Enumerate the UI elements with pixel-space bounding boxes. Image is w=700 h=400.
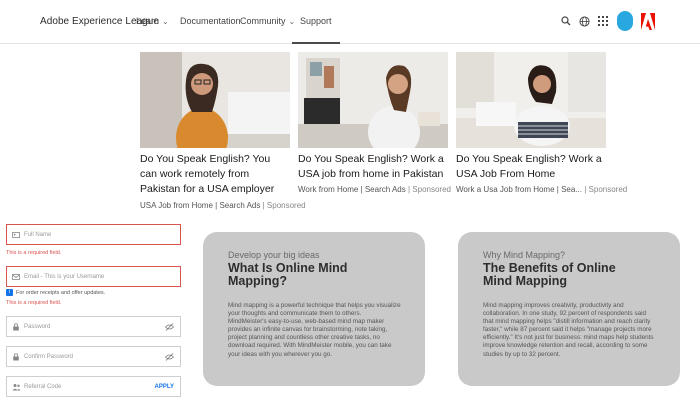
password-placeholder: Password [24, 323, 51, 330]
info-body: Mind mapping improves creativity, produc… [483, 302, 654, 358]
chevron-down-icon: ⌄ [288, 16, 296, 26]
nav-support-label: Support [300, 16, 332, 26]
lock-icon [12, 352, 20, 361]
info-body: Mind mapping is a powerful technique tha… [228, 302, 401, 358]
users-icon [12, 383, 21, 391]
ad-source[interactable]: USA Job from Home | Search Ads [140, 201, 260, 210]
ad-sponsored-sep: | [407, 185, 411, 195]
email-placeholder: Email - This is your Username [24, 273, 105, 280]
ad-source[interactable]: Work a Usa Job from Home | Sea... [456, 185, 582, 194]
checkbox-icon[interactable]: i [6, 289, 13, 296]
ad-sponsored: Sponsored [412, 185, 451, 195]
ad-meta: Work from Home | Search Ads | Sponsored [298, 185, 451, 195]
consent-row[interactable]: i For order receipts and offer updates. [6, 289, 105, 296]
ad-source[interactable]: Work from Home | Search Ads [298, 185, 406, 194]
ad-sponsored-sep: | [262, 200, 265, 210]
ad-title[interactable]: Do You Speak English? Work a USA Job Fro… [456, 152, 606, 182]
info-heading: The Benefits of Online Mind Mapping [483, 262, 656, 288]
email-error: This is a required field. [6, 300, 62, 306]
ad-meta: USA Job from Home | Search Ads | Sponsor… [140, 200, 306, 210]
ad-image[interactable] [140, 52, 290, 148]
lock-icon [12, 322, 20, 331]
ad-card[interactable]: Do You Speak English? Work a USA job fro… [298, 52, 451, 195]
full-name-field[interactable]: Full Name [6, 224, 181, 245]
referral-code-field[interactable]: Referral Code APPLY [6, 376, 181, 397]
full-name-error: This is a required field. [6, 250, 62, 256]
ad-image[interactable] [456, 52, 606, 148]
ad-sponsored-sep: | [584, 185, 587, 195]
nav-learn[interactable]: Learn ⌄ [136, 16, 169, 26]
full-name-placeholder: Full Name [24, 231, 52, 238]
info-heading-line: Mapping? [228, 274, 288, 288]
ad-sponsored: Sponsored [588, 185, 628, 195]
eye-off-icon[interactable] [164, 323, 175, 331]
ad-title[interactable]: Do You Speak English? You can work remot… [140, 152, 290, 198]
avatar[interactable] [617, 11, 633, 31]
confirm-password-placeholder: Confirm Password [24, 353, 74, 360]
email-field[interactable]: Email - This is your Username [6, 266, 181, 287]
info-card: Why Mind Mapping? The Benefits of Online… [458, 232, 680, 386]
chevron-down-icon: ⌄ [162, 16, 169, 26]
nav-community[interactable]: Community ⌄ [240, 16, 295, 26]
referral-placeholder: Referral Code [24, 383, 62, 390]
info-kicker: Why Mind Mapping? [483, 250, 566, 260]
eye-off-icon[interactable] [164, 353, 175, 361]
password-field[interactable]: Password [6, 316, 181, 337]
ad-card[interactable]: Do You Speak English? You can work remot… [140, 52, 306, 210]
apps-grid-icon[interactable] [596, 14, 610, 28]
ad-title[interactable]: Do You Speak English? Work a USA job fro… [298, 152, 448, 182]
info-heading: What Is Online Mind Mapping? [228, 262, 401, 288]
nav-community-label: Community [240, 16, 286, 26]
nav-documentation-label: Documentation [180, 16, 241, 26]
adobe-logo[interactable] [641, 13, 655, 30]
nav-learn-label: Learn [136, 16, 160, 26]
nav-support[interactable]: Support [292, 16, 339, 44]
mail-icon [12, 273, 20, 281]
ad-card[interactable]: Do You Speak English? Work a USA Job Fro… [456, 52, 627, 195]
info-heading-line: Mind Mapping [483, 274, 568, 288]
ad-sponsored: Sponsored [266, 200, 306, 210]
nav-documentation[interactable]: Documentation [180, 16, 241, 26]
ad-meta: Work a Usa Job from Home | Sea... | Spon… [456, 185, 627, 195]
confirm-password-field[interactable]: Confirm Password [6, 346, 181, 367]
globe-icon[interactable] [577, 14, 591, 28]
consent-label: For order receipts and offer updates. [16, 289, 106, 296]
info-card: Develop your big ideas What Is Online Mi… [203, 232, 425, 386]
ad-image[interactable] [298, 52, 448, 148]
search-icon[interactable] [559, 14, 573, 28]
id-card-icon [12, 231, 20, 239]
apply-button[interactable]: APPLY [155, 384, 174, 390]
top-navigation: Adobe Experience League Learn ⌄ Document… [0, 0, 700, 44]
info-kicker: Develop your big ideas [228, 250, 320, 260]
